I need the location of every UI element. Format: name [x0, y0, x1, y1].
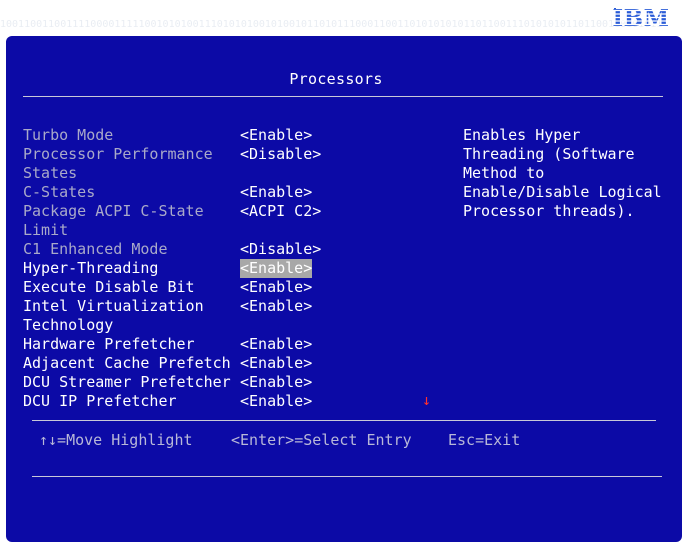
footer-bottom-divider	[32, 476, 662, 477]
setting-value[interactable]: <Disable>	[240, 240, 321, 259]
settings-list: Turbo Mode <Enable> Processor Performanc…	[23, 126, 443, 411]
setting-value[interactable]: <Enable>	[240, 278, 312, 297]
setting-row-dcu-ip-prefetcher[interactable]: DCU IP Prefetcher <Enable>	[23, 392, 443, 411]
ibm-logo: IBM	[613, 5, 669, 30]
setting-row-turbo-mode[interactable]: Turbo Mode <Enable>	[23, 126, 443, 145]
setting-value[interactable]: <Enable>	[240, 183, 312, 202]
setting-row-c-states[interactable]: C-States <Enable>	[23, 183, 443, 202]
setting-row-package-acpi-c-state-limit[interactable]: Package ACPI C-State Limit <ACPI C2>	[23, 202, 443, 240]
setting-row-execute-disable-bit[interactable]: Execute Disable Bit <Enable>	[23, 278, 443, 297]
setting-row-intel-virtualization-technology[interactable]: Intel Virtualization Technology <Enable>	[23, 297, 443, 335]
setting-label: Adjacent Cache Prefetch	[23, 354, 231, 372]
setting-row-adjacent-cache-prefetch[interactable]: Adjacent Cache Prefetch <Enable>	[23, 354, 443, 373]
setting-row-hardware-prefetcher[interactable]: Hardware Prefetcher <Enable>	[23, 335, 443, 354]
setting-label: C1 Enhanced Mode	[23, 240, 168, 258]
key-help-bar: ↑↓=Move Highlight <Enter>=Select Entry E…	[39, 431, 520, 526]
setting-value[interactable]: <Enable>	[240, 126, 312, 145]
footer-top-divider	[32, 420, 656, 421]
help-line: Threading (Software	[463, 145, 635, 163]
binary-background: 1001100110011110000111110010101001110101…	[0, 0, 683, 40]
setting-label: Package ACPI C-State Limit	[23, 202, 204, 239]
setting-label: Execute Disable Bit	[23, 278, 195, 296]
setting-value[interactable]: <Enable>	[240, 297, 312, 316]
setting-row-dcu-streamer-prefetcher[interactable]: DCU Streamer Prefetcher <Enable>	[23, 373, 443, 392]
key-help-select: <Enter>=Select Entry	[231, 431, 412, 449]
help-line: Processor threads).	[463, 202, 635, 220]
setting-value-selected[interactable]: <Enable>	[240, 259, 313, 278]
setting-label: Hardware Prefetcher	[23, 335, 195, 353]
setting-label: C-States	[23, 183, 96, 201]
setting-value[interactable]: <Enable>	[240, 392, 312, 411]
key-help-escape: Esc=Exit	[448, 431, 521, 449]
binary-row: 1001100110011110000111110010101001110101…	[0, 19, 663, 30]
scroll-down-arrow-icon[interactable]: ↓	[422, 391, 431, 410]
key-help-move: ↑↓=Move Highlight	[39, 431, 193, 449]
page-title: Processors	[289, 70, 383, 88]
setting-label: Hyper-Threading	[23, 259, 159, 277]
setting-row-hyper-threading[interactable]: Hyper-Threading <Enable>	[23, 259, 443, 278]
setting-label: DCU IP Prefetcher	[23, 392, 177, 410]
help-text-panel: Enables Hyper Threading (Software Method…	[463, 126, 663, 221]
help-line: Enables Hyper	[463, 126, 581, 144]
bios-setup-screen: 1001100110011110000111110010101001110101…	[0, 0, 683, 542]
setting-value[interactable]: <Enable>	[240, 354, 312, 373]
help-line: Method to	[463, 164, 545, 182]
bios-window: Processors Turbo Mode <Enable> Processor…	[6, 36, 682, 542]
setting-label: Turbo Mode	[23, 126, 114, 144]
setting-row-processor-performance-states[interactable]: Processor Performance States <Disable>	[23, 145, 443, 183]
setting-value[interactable]: <Enable>	[240, 335, 312, 354]
setting-row-c1-enhanced-mode[interactable]: C1 Enhanced Mode <Disable>	[23, 240, 443, 259]
setting-value[interactable]: <Enable>	[240, 373, 312, 392]
setting-value[interactable]: <ACPI C2>	[240, 202, 321, 221]
setting-label: Intel Virtualization Technology	[23, 297, 204, 334]
title-divider	[23, 96, 663, 97]
setting-label: Processor Performance States	[23, 145, 213, 182]
help-line: Enable/Disable Logical	[463, 183, 662, 201]
setting-value[interactable]: <Disable>	[240, 145, 321, 164]
setting-label: DCU Streamer Prefetcher	[23, 373, 231, 391]
